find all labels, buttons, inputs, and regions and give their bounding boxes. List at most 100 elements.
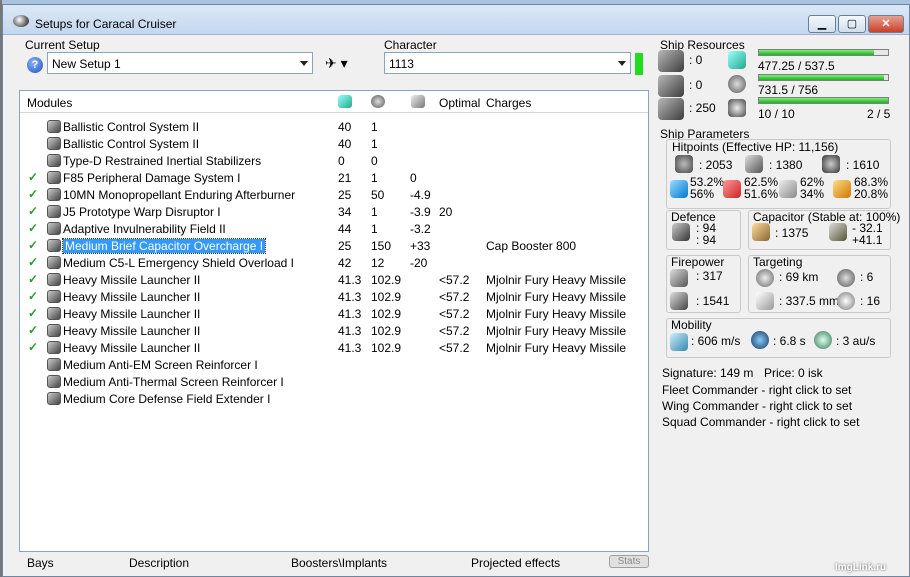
online-check-icon[interactable]: ✓ [28,306,38,320]
module-row[interactable]: Medium Anti-EM Screen Reinforcer I [20,357,648,374]
bottom-tabs: Bays Description Boosters\Implants Proje… [19,554,649,572]
powergrid-icon[interactable] [371,95,385,108]
structure-hp-icon [822,155,840,173]
module-cpu: 41.3 [338,290,362,304]
online-check-icon[interactable]: ✓ [28,204,38,218]
module-row[interactable]: ✓ Heavy Missile Launcher II 41.3 102.9 <57.2… [20,323,648,340]
module-row[interactable]: Ballistic Control System II 40 1 [20,136,648,153]
cpu-bar-fill [759,50,874,55]
capacitor-icon[interactable] [411,95,425,108]
inertial-stabilizer-icon [47,154,61,167]
tab-description[interactable]: Description [129,556,189,570]
module-row[interactable]: ✓ F85 Peripheral Damage System I 21 1 0 [20,170,648,187]
module-row[interactable]: Medium Anti-Thermal Screen Reinforcer I [20,374,648,391]
stats-button[interactable]: Stats [609,555,649,568]
module-cpu: 42 [338,256,352,270]
maximize-button[interactable]: ▢ [838,15,866,33]
module-optimal: <57.2 [439,341,470,355]
setups-window: Setups for Caracal Cruiser ▁ ▢ ✕ Current… [2,4,910,577]
module-row[interactable]: ✓ Heavy Missile Launcher II 41.3 102.9 <57.2… [20,272,648,289]
module-row[interactable]: ✓ 10MN Monopropellant Enduring Afterburne… [20,187,648,204]
kinetic-resist-armor: 34% [800,187,825,201]
calibration-value: : 250 [689,101,716,115]
online-check-icon[interactable]: ✓ [28,221,38,235]
module-charges: Mjolnir Fury Heavy Missile [486,273,627,287]
module-row[interactable]: ✓ Medium C5-L Emergency Shield Overload I… [20,255,648,272]
watermark: ImgLink.ru [835,562,887,573]
cpu-icon[interactable] [338,95,352,108]
missile-launcher-icon [47,341,61,354]
max-velocity-icon [670,333,688,351]
module-power: 50 [371,188,385,202]
module-power: 0 [371,154,378,168]
online-check-icon[interactable]: ✓ [28,255,38,269]
grid-header: Modules Optimal Charges [20,91,648,113]
module-optimal: 20 [439,205,453,219]
character-select[interactable]: 1113 [384,52,631,74]
capacitor-amount: : 1375 [775,226,809,240]
explosive-resist-icon [833,180,851,198]
module-optimal: <57.2 [439,307,470,321]
armor-hp-icon [745,155,763,173]
module-row[interactable]: ✓ Heavy Missile Launcher II 41.3 102.9 <57.2… [20,306,648,323]
optimal-column-header[interactable]: Optimal [439,96,480,110]
wing-commander[interactable]: Wing Commander - right click to set [662,399,852,413]
missile-launcher-icon [47,290,61,303]
max-targets-value: : 6 [860,270,874,284]
current-setup-label: Current Setup [25,38,100,52]
help-icon[interactable]: ? [27,57,43,73]
module-row[interactable]: ✓ Heavy Missile Launcher II 41.3 102.9 <57.2… [20,289,648,306]
power-bar-fill [759,75,884,80]
module-name: Medium Core Defense Field Extender I [63,392,271,406]
online-check-icon[interactable]: ✓ [28,272,38,286]
online-check-icon[interactable]: ✓ [28,187,38,201]
tab-boosters-implants[interactable]: Boosters\Implants [291,556,387,570]
module-row[interactable]: Ballistic Control System II 40 1 [20,119,648,136]
module-row[interactable]: ✓ Medium Brief Capacitor Overcharge I 25 15… [20,238,648,255]
module-cpu: 21 [338,171,352,185]
price-value: Price: 0 isk [764,366,823,380]
rig-icon [47,392,61,405]
module-charges: Mjolnir Fury Heavy Missile [486,341,627,355]
tab-projected-effects[interactable]: Projected effects [471,556,560,570]
online-check-icon[interactable]: ✓ [28,323,38,337]
module-cpu: 41.3 [338,324,362,338]
title-bar[interactable]: Setups for Caracal Cruiser ▁ ▢ ✕ [3,5,909,35]
invulnerability-field-icon [47,222,61,235]
minimize-button[interactable]: ▁ [808,15,836,33]
tab-bays[interactable]: Bays [27,556,54,570]
explosive-resist-armor: 20.8% [854,187,889,201]
online-check-icon[interactable]: ✓ [28,170,38,184]
close-button[interactable]: ✕ [868,15,904,33]
mobility-title: Mobility [671,318,712,332]
align-time-value: : 6.8 s [773,334,806,348]
module-row[interactable]: Medium Core Defense Field Extender I [20,391,648,408]
module-name: Ballistic Control System II [63,137,200,151]
module-row[interactable]: ✓ J5 Prototype Warp Disruptor I 34 1 -3.9 20 [20,204,648,221]
current-setup-select[interactable]: New Setup 1 [47,52,313,74]
squad-commander[interactable]: Squad Commander - right click to set [662,415,859,429]
online-check-icon[interactable]: ✓ [28,289,38,303]
ship-menu-icon[interactable]: ✈ ▾ [325,55,348,72]
module-cap: -3.2 [410,222,431,236]
module-cpu: 40 [338,137,352,151]
module-power: 12 [371,256,385,270]
module-row[interactable]: Type-D Restrained Inertial Stabilizers 0 0 [20,153,648,170]
module-power: 1 [371,137,378,151]
module-cap: +33 [410,239,431,253]
module-name: Heavy Missile Launcher II [63,290,201,304]
max-velocity-value: : 606 m/s [691,334,741,348]
fleet-commander[interactable]: Fleet Commander - right click to set [662,383,851,397]
signature-value: Signature: 149 m [662,366,754,380]
thermal-resist-armor: 51.6% [744,187,779,201]
online-check-icon[interactable]: ✓ [28,238,38,252]
module-power: 1 [371,171,378,185]
sensor-strength-value: : 16 [860,294,881,308]
online-check-icon[interactable]: ✓ [28,340,38,354]
charges-column-header[interactable]: Charges [486,96,531,110]
module-row[interactable]: ✓ Heavy Missile Launcher II 41.3 102.9 <57.2… [20,340,648,357]
module-row[interactable]: ✓ Adaptive Invulnerability Field II 44 1 -3.… [20,221,648,238]
modules-grid[interactable]: Modules Optimal Charges Ballistic Contro… [19,90,649,552]
module-charges: Mjolnir Fury Heavy Missile [486,307,627,321]
modules-column-header[interactable]: Modules [27,96,72,110]
